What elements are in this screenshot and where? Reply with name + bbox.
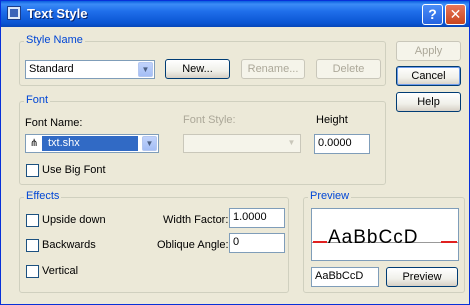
font-name-label: Font Name: [25, 117, 83, 129]
window-title: Text Style [27, 6, 88, 21]
width-factor-label: Width Factor: [163, 214, 229, 226]
backwards-label[interactable]: Backwards [42, 239, 96, 251]
chevron-down-icon[interactable]: ▼ [142, 136, 157, 151]
vertical-label[interactable]: Vertical [42, 265, 78, 277]
close-button[interactable]: ✕ [445, 4, 466, 25]
backwards-checkbox[interactable] [26, 239, 39, 252]
preview-display: AaBbCcD [311, 208, 459, 261]
font-name-dropdown[interactable]: ⋔ txt.shx ▼ [25, 134, 159, 153]
upside-down-label[interactable]: Upside down [42, 214, 106, 226]
text-style-app-icon [7, 6, 21, 20]
cancel-button[interactable]: Cancel [396, 66, 461, 86]
new-style-button[interactable]: New... [165, 59, 230, 79]
preview-left-marker [313, 241, 327, 243]
apply-button[interactable]: Apply [396, 41, 461, 61]
height-input[interactable]: 0.0000 [314, 134, 370, 154]
font-style-dropdown[interactable]: ▼ [183, 134, 301, 153]
oblique-angle-label: Oblique Angle: [157, 239, 229, 251]
upside-down-checkbox[interactable] [26, 214, 39, 227]
preview-button[interactable]: Preview [386, 267, 458, 287]
delete-style-button[interactable]: Delete [316, 59, 381, 79]
oblique-angle-input[interactable]: 0 [229, 233, 285, 253]
font-style-label: Font Style: [183, 114, 236, 126]
use-big-font-checkbox[interactable] [26, 164, 39, 177]
help-title-button[interactable]: ? [422, 4, 443, 25]
style-name-dropdown[interactable]: Standard ▼ [25, 60, 155, 79]
chevron-down-icon[interactable]: ▼ [284, 136, 299, 151]
chevron-down-icon[interactable]: ▼ [138, 62, 153, 77]
font-name-value: txt.shx [42, 136, 138, 151]
effects-legend: Effects [24, 190, 62, 202]
shx-font-icon: ⋔ [29, 138, 39, 149]
help-button[interactable]: Help [396, 92, 461, 112]
width-factor-input[interactable]: 1.0000 [229, 208, 285, 228]
style-name-value: Standard [29, 63, 74, 75]
font-legend: Font [24, 94, 51, 106]
preview-right-marker [441, 241, 457, 243]
text-style-dialog: Text Style ? ✕ Style Name Standard ▼ New… [0, 0, 470, 305]
preview-sample-text: AaBbCcD [328, 227, 419, 248]
use-big-font-label[interactable]: Use Big Font [42, 164, 106, 176]
height-label: Height [316, 114, 348, 126]
vertical-checkbox[interactable] [26, 265, 39, 278]
rename-style-button[interactable]: Rename... [241, 59, 305, 79]
preview-legend: Preview [308, 190, 352, 202]
preview-text-input[interactable]: AaBbCcD [311, 267, 379, 287]
style-name-legend: Style Name [24, 34, 85, 46]
title-bar[interactable]: Text Style ? ✕ [1, 1, 469, 27]
